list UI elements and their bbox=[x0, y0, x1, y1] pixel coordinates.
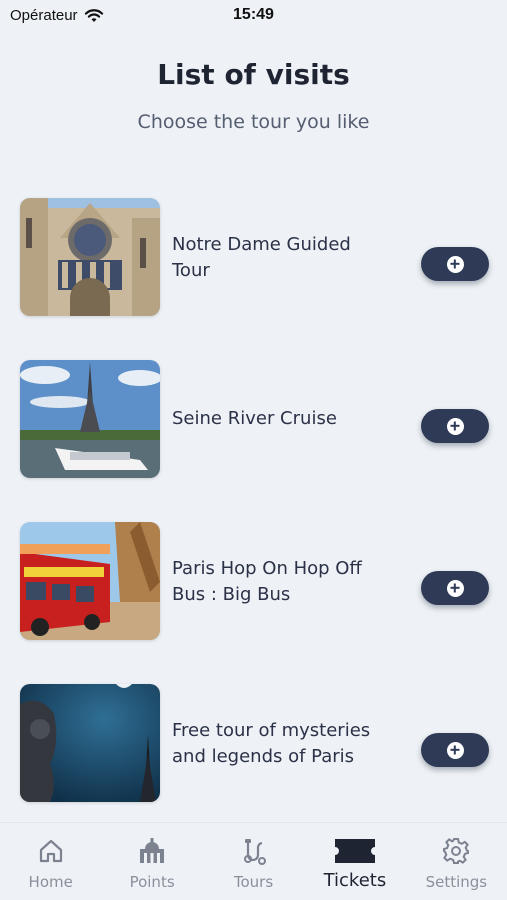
add-visit-button[interactable] bbox=[421, 733, 489, 767]
tab-points[interactable]: Points bbox=[101, 823, 202, 900]
tab-label: Home bbox=[28, 873, 73, 891]
route-icon bbox=[243, 839, 266, 865]
gear-icon bbox=[443, 838, 470, 864]
tab-bar: Home Points Tours Tickets Settings bbox=[0, 822, 507, 900]
plus-icon bbox=[446, 417, 464, 435]
visit-title: Notre Dame Guided Tour bbox=[172, 234, 351, 281]
plus-icon bbox=[446, 255, 464, 273]
tab-label: Tickets bbox=[323, 870, 387, 891]
visit-title: Seine River Cruise bbox=[172, 408, 337, 429]
tab-tours[interactable]: Tours bbox=[203, 823, 304, 900]
seine-cruise-thumbnail bbox=[20, 360, 160, 478]
tab-settings[interactable]: Settings bbox=[406, 823, 507, 900]
ticket-icon bbox=[334, 839, 375, 863]
mysteries-legends-thumbnail bbox=[20, 684, 160, 802]
add-visit-button[interactable] bbox=[421, 247, 489, 281]
tab-label: Points bbox=[129, 873, 175, 891]
visit-list-item[interactable]: Paris Hop On Hop Off Bus : Big Bus bbox=[0, 522, 507, 642]
page-title: List of visits bbox=[157, 58, 350, 91]
tab-label: Settings bbox=[425, 873, 488, 891]
tab-tickets[interactable]: Tickets bbox=[304, 823, 405, 900]
tab-label: Tours bbox=[233, 873, 274, 891]
visit-list-item[interactable]: Seine River Cruise bbox=[0, 360, 507, 480]
visit-list-item[interactable]: Free tour of mysteries and legends of Pa… bbox=[0, 684, 507, 804]
visit-list-item[interactable]: Notre Dame Guided Tour bbox=[0, 198, 507, 318]
status-bar: Opérateur 15:49 bbox=[0, 0, 507, 32]
tab-home[interactable]: Home bbox=[0, 823, 101, 900]
notre-dame-thumbnail bbox=[20, 198, 160, 316]
visit-title: Paris Hop On Hop Off Bus : Big Bus bbox=[172, 558, 362, 605]
page-subtitle: Choose the tour you like bbox=[137, 111, 370, 133]
monument-icon bbox=[140, 838, 165, 863]
add-visit-button[interactable] bbox=[421, 409, 489, 443]
home-icon bbox=[39, 839, 62, 863]
big-bus-thumbnail bbox=[20, 522, 160, 640]
add-visit-button[interactable] bbox=[421, 571, 489, 605]
visit-title: Free tour of mysteries and legends of Pa… bbox=[172, 720, 371, 767]
plus-icon bbox=[446, 579, 464, 597]
plus-icon bbox=[446, 741, 464, 759]
clock: 15:49 bbox=[233, 6, 274, 23]
